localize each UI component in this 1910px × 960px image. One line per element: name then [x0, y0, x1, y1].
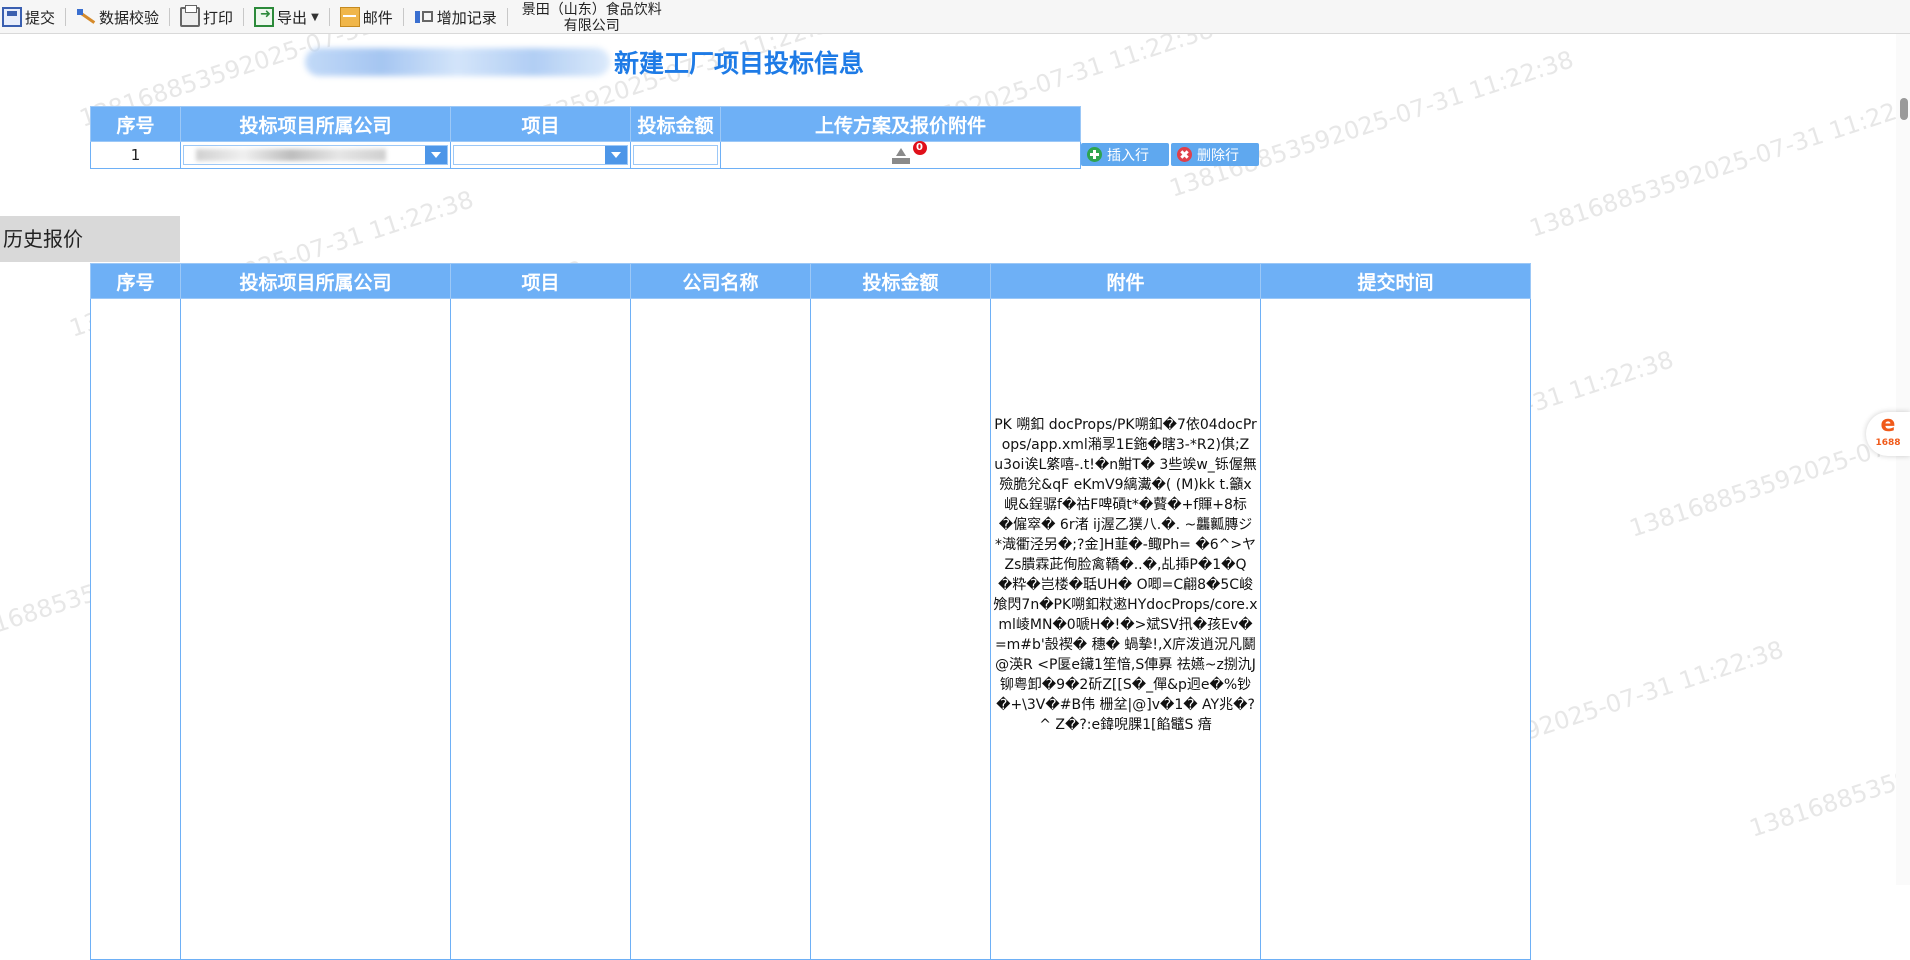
chevron-down-icon[interactable]	[605, 146, 627, 164]
history-table: 序号 投标项目所属公司 项目 公司名称 投标金额 附件 提交时间 PK 嗍釦…	[90, 263, 1531, 960]
column-header: 公司名称	[631, 264, 811, 299]
export-icon	[254, 7, 274, 27]
printer-icon	[180, 7, 200, 27]
watermark: 138168853592025-07-31 11:22:38	[1166, 45, 1577, 202]
validate-label: 数据校验	[99, 7, 159, 28]
add-record-icon	[414, 7, 434, 27]
history-cell-company-name	[631, 299, 811, 960]
table-row: 1 0	[91, 142, 1081, 169]
toolbar-divider	[65, 8, 66, 26]
project-select[interactable]	[453, 145, 628, 165]
delete-row-button[interactable]: 删除行	[1171, 143, 1259, 166]
scrollbar-thumb[interactable]	[1900, 98, 1908, 120]
1688-logo-icon: e	[1866, 412, 1910, 438]
column-header: 投标金额	[811, 264, 991, 299]
column-header: 上传方案及报价附件	[721, 107, 1081, 142]
toolbar-divider	[329, 8, 330, 26]
history-cell-index	[91, 299, 181, 960]
company-cell	[181, 142, 451, 169]
toolbar-divider	[507, 8, 508, 26]
save-icon	[2, 7, 22, 27]
redacted-company-value	[196, 149, 386, 161]
company-select[interactable]	[183, 145, 448, 165]
redacted-title-prefix	[305, 48, 610, 76]
upload-icon	[892, 148, 910, 164]
print-button[interactable]: 打印	[178, 0, 235, 34]
insert-row-button[interactable]: 插入行	[1081, 143, 1169, 166]
mail-button[interactable]: 邮件	[338, 0, 395, 34]
bid-amount-input[interactable]	[633, 145, 718, 165]
toolbar: 提交 数据校验 打印 导出 ▼ 邮件 增加记录 景田（山东）食品饮料 有限公司	[0, 0, 1910, 34]
column-header: 序号	[91, 107, 181, 142]
company-name: 景田（山东）食品饮料 有限公司	[522, 0, 662, 34]
column-header: 附件	[991, 264, 1261, 299]
watermark: 138168853592025-07-31 11:22:38	[1746, 685, 1910, 842]
attachment-raw-text: PK 嗍釦 docProps/PK嗍釦�7依04docProp…	[991, 299, 1260, 735]
history-cell-amount	[811, 299, 991, 960]
table-header-row: 序号 投标项目所属公司 项目 公司名称 投标金额 附件 提交时间	[91, 264, 1531, 299]
page-title-text: 新建工厂项目投标信息	[614, 44, 864, 80]
column-header: 项目	[451, 107, 631, 142]
submit-button[interactable]: 提交	[0, 0, 57, 34]
watermark: 138168853592025-07-31 11:22:38	[1526, 85, 1910, 242]
check-wand-icon	[76, 7, 96, 27]
row-index: 1	[91, 142, 181, 169]
watermark: 138168853592025-07-31 11:22:38	[1626, 385, 1910, 542]
export-dropdown[interactable]: 导出 ▼	[252, 0, 321, 34]
attachment-count-badge: 0	[913, 141, 927, 155]
toolbar-divider	[169, 8, 170, 26]
attachment-cell: 0	[721, 142, 1081, 169]
add-record-button[interactable]: 增加记录	[412, 0, 499, 34]
add-record-label: 增加记录	[437, 7, 497, 28]
submit-label: 提交	[25, 7, 55, 28]
export-label: 导出	[277, 7, 307, 28]
print-label: 打印	[203, 7, 233, 28]
column-header: 投标项目所属公司	[181, 264, 451, 299]
column-header: 提交时间	[1261, 264, 1531, 299]
page-title: 新建工厂项目投标信息	[305, 44, 864, 80]
1688-widget[interactable]: e 1688	[1866, 412, 1910, 456]
column-header: 投标项目所属公司	[181, 107, 451, 142]
chevron-down-icon[interactable]	[425, 146, 447, 164]
history-cell-submit-time	[1261, 299, 1531, 960]
project-cell	[451, 142, 631, 169]
toolbar-divider	[403, 8, 404, 26]
validate-button[interactable]: 数据校验	[74, 0, 161, 34]
mail-icon	[340, 7, 360, 27]
mail-label: 邮件	[363, 7, 393, 28]
plus-icon	[1087, 147, 1102, 162]
company-name-line1: 景田（山东）食品饮料	[522, 2, 662, 18]
vertical-scrollbar[interactable]	[1896, 34, 1910, 885]
history-cell-company	[181, 299, 451, 960]
delete-row-label: 删除行	[1197, 145, 1239, 165]
table-row: PK 嗍釦 docProps/PK嗍釦�7依04docProp…	[91, 299, 1531, 960]
insert-row-label: 插入行	[1107, 145, 1149, 165]
upload-button[interactable]: 0	[892, 142, 910, 164]
history-cell-attachment: PK 嗍釦 docProps/PK嗍釦�7依04docProp…	[991, 299, 1261, 960]
company-name-line2: 有限公司	[522, 18, 662, 34]
table-header-row: 序号 投标项目所属公司 项目 投标金额 上传方案及报价附件	[91, 107, 1081, 142]
bid-entry-table: 序号 投标项目所属公司 项目 投标金额 上传方案及报价附件 1 0	[90, 106, 1081, 169]
toolbar-divider	[243, 8, 244, 26]
close-icon	[1177, 147, 1192, 162]
history-section-title: 历史报价	[0, 216, 180, 262]
column-header: 序号	[91, 264, 181, 299]
history-cell-project	[451, 299, 631, 960]
chevron-down-icon: ▼	[311, 12, 319, 23]
column-header: 项目	[451, 264, 631, 299]
column-header: 投标金额	[631, 107, 721, 142]
amount-cell	[631, 142, 721, 169]
1688-label: 1688	[1866, 438, 1910, 448]
